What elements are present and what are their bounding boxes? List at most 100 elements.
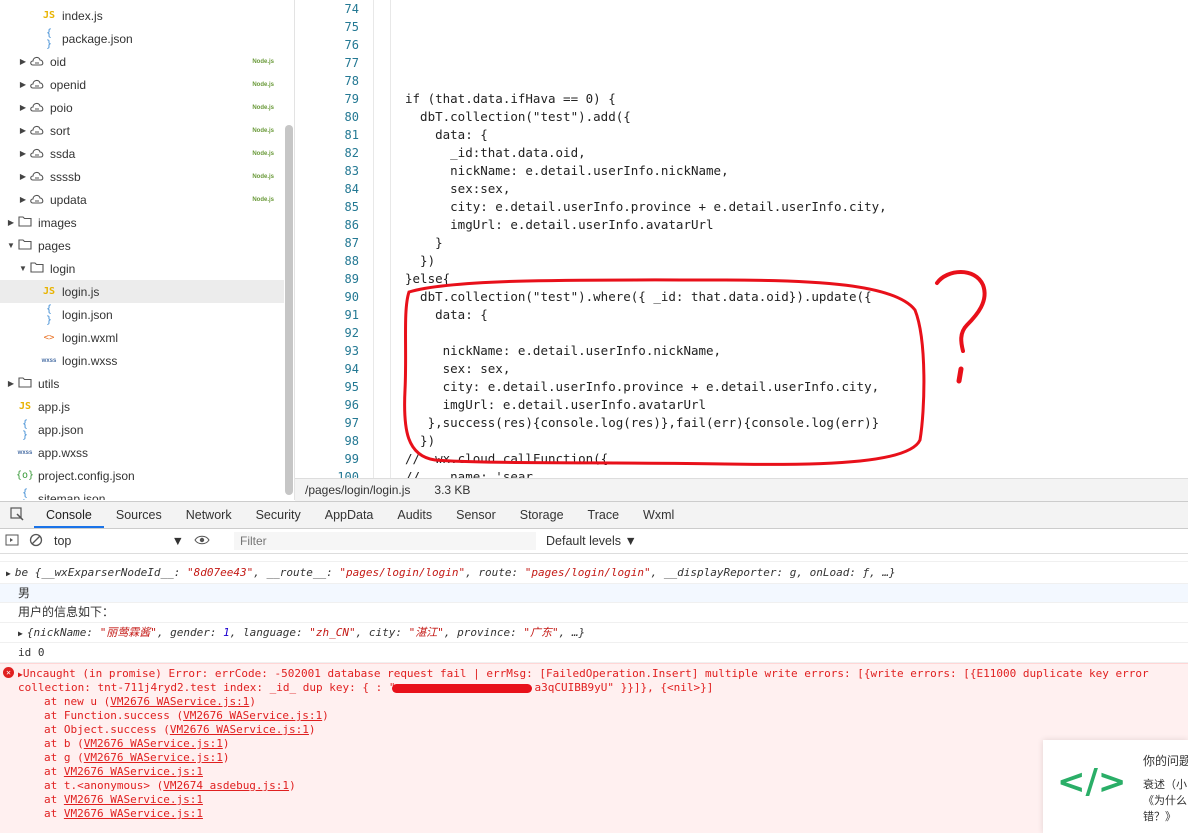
code-line[interactable]: imgUrl: e.detail.userInfo.avatarUrl xyxy=(405,216,713,234)
tab-audits[interactable]: Audits xyxy=(385,502,444,528)
expand-arrow-icon[interactable]: ▶ xyxy=(18,629,23,638)
code-line[interactable]: if (that.data.ifHava == 0) { xyxy=(405,90,616,108)
collapsed-arrow-icon[interactable]: ▶ xyxy=(18,172,28,181)
stack-frame: at new u (VM2676 WAService.js:1) xyxy=(44,695,256,709)
drawer-toggle-icon[interactable] xyxy=(0,534,24,549)
stack-source-link[interactable]: VM2676 WAService.js:1 xyxy=(183,709,322,722)
stack-function: at g xyxy=(44,751,78,764)
tree-item-login-json[interactable]: { } login.json xyxy=(0,303,284,326)
file-path: /pages/login/login.js xyxy=(305,483,411,497)
code-line[interactable]: // wx.cloud.callFunction({ xyxy=(405,450,608,468)
collapsed-arrow-icon[interactable]: ▶ xyxy=(18,195,28,204)
error-message[interactable]: ▶Uncaught (in promise) Error: errCode: -… xyxy=(18,667,1149,681)
tab-sources[interactable]: Sources xyxy=(104,502,174,528)
tab-appdata[interactable]: AppData xyxy=(313,502,386,528)
stack-frame: at VM2676 WAService.js:1 xyxy=(44,807,203,821)
eye-icon[interactable] xyxy=(190,534,214,549)
code-line[interactable]: sex:sex, xyxy=(405,180,510,198)
code-line[interactable]: // name: 'sear xyxy=(405,468,533,478)
json-file-icon: { } xyxy=(21,487,29,501)
code-line[interactable]: nickName: e.detail.userInfo.nickName, xyxy=(405,342,721,360)
collapsed-arrow-icon[interactable]: ▶ xyxy=(18,80,28,89)
help-popup[interactable]: </> 你的问题 衰述（小 《为什么 错？》 xyxy=(1043,740,1188,833)
tree-item-project-config-json[interactable]: {o} project.config.json xyxy=(0,464,284,487)
tab-sensor[interactable]: Sensor xyxy=(444,502,508,528)
tab-storage[interactable]: Storage xyxy=(508,502,576,528)
tab-trace[interactable]: Trace xyxy=(576,502,632,528)
tree-item-sort[interactable]: ▶ sort Node.js xyxy=(0,119,284,142)
stack-source-link[interactable]: VM2674 asdebug.js:1 xyxy=(163,779,289,792)
stack-source-link[interactable]: VM2676 WAService.js:1 xyxy=(64,807,203,820)
code-line[interactable]: } xyxy=(405,234,443,252)
tree-item-ssssb[interactable]: ▶ ssssb Node.js xyxy=(0,165,284,188)
code-line[interactable]: city: e.detail.userInfo.province + e.det… xyxy=(405,378,880,396)
tab-network[interactable]: Network xyxy=(174,502,244,528)
tree-item-updata[interactable]: ▶ updata Node.js xyxy=(0,188,284,211)
code-line[interactable]: }else{ xyxy=(405,270,450,288)
tab-security[interactable]: Security xyxy=(244,502,313,528)
code-line[interactable]: }) xyxy=(405,252,435,270)
tree-item-package-json[interactable]: { } package.json xyxy=(0,27,284,50)
tree-item-sitemap-json[interactable]: { } sitemap.json xyxy=(0,487,284,501)
file-tree-panel: JS index.js { } package.json ▶ oid Node.js ▶ ope… xyxy=(0,0,295,500)
code-line[interactable]: sex: sex, xyxy=(405,360,511,378)
code-line[interactable]: _id:that.data.oid, xyxy=(405,144,585,162)
code-line[interactable]: dbT.collection("test").where({ _id: that… xyxy=(405,288,872,306)
expanded-arrow-icon[interactable]: ▼ xyxy=(6,241,16,250)
editor-status-bar: /pages/login/login.js 3.3 KB xyxy=(295,478,1188,501)
code-line[interactable]: },success(res){console.log(res)},fail(er… xyxy=(405,414,880,432)
tree-item-login[interactable]: ▼ login xyxy=(0,257,284,280)
code-line[interactable]: imgUrl: e.detail.userInfo.avatarUrl xyxy=(405,396,706,414)
tab-wxml[interactable]: Wxml xyxy=(631,502,686,528)
expanded-arrow-icon[interactable]: ▼ xyxy=(18,264,28,273)
clear-console-icon[interactable] xyxy=(24,533,48,550)
tree-item-label: utils xyxy=(38,376,60,391)
tree-item-pages[interactable]: ▼ pages xyxy=(0,234,284,257)
code-editor[interactable]: 74 75 76 77 78 79 if (that.data.ifHava == 0) {… xyxy=(295,0,1188,478)
tree-item-app-json[interactable]: { } app.json xyxy=(0,418,284,441)
tree-item-login-wxss[interactable]: wxss login.wxss xyxy=(0,349,284,372)
tree-item-app-wxss[interactable]: wxss app.wxss xyxy=(0,441,284,464)
tree-item-utils[interactable]: ▶ utils xyxy=(0,372,284,395)
console-object-row[interactable]: ▶ be {__wxExparserNodeId__: "8d07ee43", _… xyxy=(0,563,1188,584)
cloud-file-icon xyxy=(28,101,46,115)
code-line[interactable]: data: { xyxy=(405,126,488,144)
log-levels-dropdown[interactable]: Default levels ▼ xyxy=(546,534,637,548)
code-line[interactable]: data: { xyxy=(405,306,488,324)
file-tree-scrollbar[interactable] xyxy=(285,125,293,495)
tree-item-openid[interactable]: ▶ openid Node.js xyxy=(0,73,284,96)
tree-item-app-js[interactable]: JS app.js xyxy=(0,395,284,418)
tree-item-login-wxml[interactable]: <> login.wxml xyxy=(0,326,284,349)
tree-item-images[interactable]: ▶ images xyxy=(0,211,284,234)
line-number: 93 xyxy=(344,344,359,358)
collapsed-arrow-icon[interactable]: ▶ xyxy=(18,57,28,66)
tree-item-poio[interactable]: ▶ poio Node.js xyxy=(0,96,284,119)
stack-source-link[interactable]: VM2676 WAService.js:1 xyxy=(64,765,203,778)
code-line[interactable]: city: e.detail.userInfo.province + e.det… xyxy=(405,198,887,216)
stack-source-link[interactable]: VM2676 WAService.js:1 xyxy=(84,751,223,764)
collapsed-arrow-icon[interactable]: ▶ xyxy=(6,379,16,388)
tree-item-oid[interactable]: ▶ oid Node.js xyxy=(0,50,284,73)
collapsed-arrow-icon[interactable]: ▶ xyxy=(6,218,16,227)
inspect-element-icon[interactable] xyxy=(0,506,34,524)
collapsed-arrow-icon[interactable]: ▶ xyxy=(18,126,28,135)
tree-item-label: login xyxy=(50,261,76,276)
tree-item-login-js[interactable]: JS login.js xyxy=(0,280,284,303)
code-line[interactable]: dbT.collection("test").add({ xyxy=(405,108,631,126)
context-select[interactable]: top ▼ xyxy=(48,534,190,548)
stack-frame: at Function.success (VM2676 WAService.js… xyxy=(44,709,329,723)
collapsed-arrow-icon[interactable]: ▶ xyxy=(18,149,28,158)
tree-item-ssda[interactable]: ▶ ssda Node.js xyxy=(0,142,284,165)
code-line[interactable]: nickName: e.detail.userInfo.nickName, xyxy=(405,162,728,180)
expand-arrow-icon[interactable]: ▶ xyxy=(6,569,11,578)
tree-item-index-js[interactable]: JS index.js xyxy=(0,4,284,27)
tab-console[interactable]: Console xyxy=(34,502,104,528)
stack-source-link[interactable]: VM2676 WAService.js:1 xyxy=(64,793,203,806)
stack-source-link[interactable]: VM2676 WAService.js:1 xyxy=(84,737,223,750)
stack-source-link[interactable]: VM2676 WAService.js:1 xyxy=(110,695,249,708)
stack-source-link[interactable]: VM2676 WAService.js:1 xyxy=(170,723,309,736)
filter-input[interactable] xyxy=(234,532,536,550)
code-line[interactable]: }) xyxy=(405,432,435,450)
console-object-row[interactable]: ▶ {nickName: "丽莺霖酱", gender: 1, language:… xyxy=(0,623,1188,643)
collapsed-arrow-icon[interactable]: ▶ xyxy=(18,103,28,112)
